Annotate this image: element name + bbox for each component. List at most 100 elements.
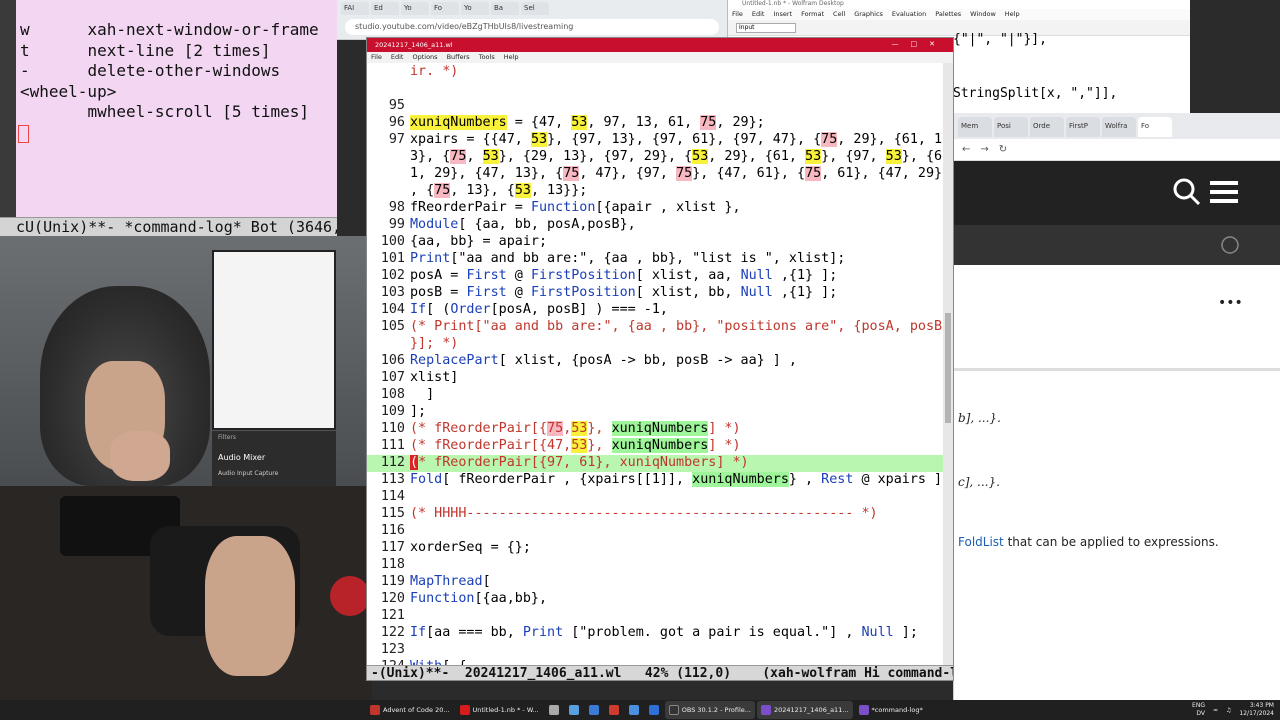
code-line: 114 <box>380 489 405 504</box>
code-line: 96 xuniqNumbers = {47, 53, 97, 13, 61, 75… <box>388 115 765 130</box>
command-log-modeline: cU(Unix)**- *command-log* Bot (3646,0) ( <box>0 217 337 236</box>
code-line: 123 <box>380 642 405 657</box>
command-name: mwheel-scroll [5 times] <box>87 102 309 121</box>
browser-tab[interactable]: FAI <box>341 2 369 15</box>
browser-tab[interactable]: Yo <box>461 2 489 15</box>
emacs-menu-item[interactable]: Help <box>504 53 519 62</box>
browser-tab[interactable]: Sel <box>521 2 549 15</box>
lang-label: ENG <box>1192 702 1205 709</box>
browser-tab[interactable]: Ed <box>371 2 399 15</box>
emacs-editor-window: 20241217_1406_a11.wl —□✕ File Edit Optio… <box>366 37 954 681</box>
cell-style-select[interactable]: Input <box>736 22 796 33</box>
search-icon[interactable] <box>1172 177 1202 207</box>
notebook-menu-item[interactable]: Evaluation <box>892 10 926 19</box>
taskbar-item-label: 20241217_1406_a11... <box>773 706 849 714</box>
section-divider <box>954 368 1280 371</box>
app-icon <box>568 705 579 715</box>
taskbar-item-label: Untitled-1.nb * - W... <box>472 706 539 714</box>
menu-icon[interactable] <box>1210 179 1238 205</box>
address-bar[interactable]: studio.youtube.com/video/eBZgTHbUIs8/liv… <box>345 19 719 35</box>
taskbar-item[interactable]: Advent of Code 20... <box>366 701 454 719</box>
reload-icon[interactable]: ↻ <box>999 144 1007 155</box>
docs-tab-active[interactable]: Fo <box>1138 117 1172 137</box>
code-line: 101 Print["aa and bb are:", {aa , bb}, "l… <box>380 251 846 266</box>
code-line: 104 If[ (Order[posA, posB] ) === -1, <box>380 302 668 317</box>
clock[interactable]: 3:43 PM 12/17/2024 <box>1239 702 1274 718</box>
code-line: ir. *) <box>410 64 459 79</box>
docs-header <box>954 161 1280 225</box>
notebook-code-line: StringSplit[x, ","]], <box>953 86 1118 101</box>
app-icon <box>548 705 559 715</box>
app-icon <box>370 705 380 715</box>
docs-tab[interactable]: FirstP <box>1066 117 1100 137</box>
code-line: 97 xpairs = {{47, 53}, {97, 13}, {97, 61}… <box>388 132 943 147</box>
taskbar-item[interactable]: *command-log* <box>855 701 927 719</box>
code-line: 95 <box>388 98 405 113</box>
taskbar-item[interactable]: OBS 30.1.2 - Profile... <box>664 701 755 719</box>
browser-tab[interactable]: Ba <box>491 2 519 15</box>
code-line: }]; *) <box>410 336 459 351</box>
notebook-menu-item[interactable]: Cell <box>833 10 845 19</box>
taskbar-pinned-app[interactable] <box>645 701 663 719</box>
docs-tab[interactable]: Mem <box>958 117 992 137</box>
emacs-menu-item[interactable]: Tools <box>479 53 495 62</box>
taskbar-pinned-app[interactable] <box>585 701 603 719</box>
date-label: 12/17/2024 <box>1239 710 1274 717</box>
key-label: <wheel-up> <box>20 81 117 101</box>
command-log-frame: w xah-next-window-or-frame t next-line [… <box>0 0 337 236</box>
docs-subheader <box>954 225 1280 265</box>
taskbar-pinned-app[interactable] <box>545 701 563 719</box>
command-name: next-line [2 times] <box>87 40 271 60</box>
scrollbar-thumb[interactable] <box>945 313 951 423</box>
command-log-text: w xah-next-window-or-frame t next-line [… <box>20 20 319 123</box>
window-controls[interactable]: —□✕ <box>892 40 947 48</box>
notebook-menu-item[interactable]: Help <box>1005 10 1020 19</box>
forward-icon[interactable]: → <box>980 144 988 155</box>
docs-toolbar: ← → ↻ <box>954 139 1280 161</box>
docs-tab[interactable]: Wolfra <box>1102 117 1136 137</box>
code-line: 122 If[aa === bb, Print ["problem. got a … <box>380 625 918 640</box>
code-line: , {75, 13}, {53, 13}}; <box>410 183 588 198</box>
notebook-menu-item[interactable]: Graphics <box>854 10 883 19</box>
app-icon <box>668 705 679 715</box>
taskbar-pinned-app[interactable] <box>565 701 583 719</box>
wifi-icon[interactable]: ≈ <box>1213 707 1218 714</box>
browser-tab[interactable]: Fo <box>431 2 459 15</box>
emacs-menu-item[interactable]: Options <box>412 53 437 62</box>
back-icon[interactable]: ← <box>962 144 970 155</box>
more-options-icon[interactable]: ••• <box>1218 295 1243 311</box>
foldlist-link[interactable]: FoldList <box>958 535 1004 549</box>
vertical-scrollbar[interactable] <box>943 63 953 665</box>
notebook-menu-item[interactable]: Edit <box>752 10 765 19</box>
notebook-menu-item[interactable]: Palettes <box>935 10 961 19</box>
taskbar-pinned-app[interactable] <box>605 701 623 719</box>
audio-mixer-title: Audio Mixer <box>218 453 266 462</box>
person-hand <box>110 431 170 481</box>
docs-tab[interactable]: Posi <box>994 117 1028 137</box>
emacs-menu-item[interactable]: Buffers <box>447 53 470 62</box>
notebook-menu-item[interactable]: File <box>732 10 743 19</box>
code-line: 105 (* Print["aa and bb are:", {aa , bb},… <box>380 319 943 334</box>
person-hand-typing <box>205 536 295 676</box>
notebook-menu-item[interactable]: Insert <box>773 10 792 19</box>
code-line: 98 fReorderPair = Function[{apair , xlist… <box>388 200 741 215</box>
notebook-menu-item[interactable]: Format <box>801 10 824 19</box>
code-line: 119 MapThread[ <box>380 574 491 589</box>
emacs-menu-item[interactable]: File <box>371 53 382 62</box>
language-indicator[interactable]: ENG DV <box>1192 702 1205 718</box>
taskbar-item[interactable]: 20241217_1406_a11... <box>756 701 853 719</box>
taskbar-item[interactable]: Untitled-1.nb * - W... <box>456 701 543 719</box>
code-buffer[interactable]: ir. *) 95 96 xuniqNumbers = {47, 53, 97, … <box>367 63 945 665</box>
code-line: 117 xorderSeq = {}; <box>380 540 531 555</box>
app-icon <box>588 705 599 715</box>
notebook-menu-item[interactable]: Window <box>970 10 996 19</box>
emacs-modeline: -(Unix)**- 20241217_1406_a11.wl 42% (112… <box>367 665 953 680</box>
app-icon <box>608 705 619 715</box>
docs-tab[interactable]: Orde <box>1030 117 1064 137</box>
browser-tab[interactable]: Yo <box>401 2 429 15</box>
emacs-menu-item[interactable]: Edit <box>391 53 404 62</box>
taskbar-pinned-app[interactable] <box>625 701 643 719</box>
code-line: 103 posB = First @ FirstPosition[ xlist, … <box>380 285 838 300</box>
volume-icon[interactable]: ♫ <box>1226 707 1231 714</box>
